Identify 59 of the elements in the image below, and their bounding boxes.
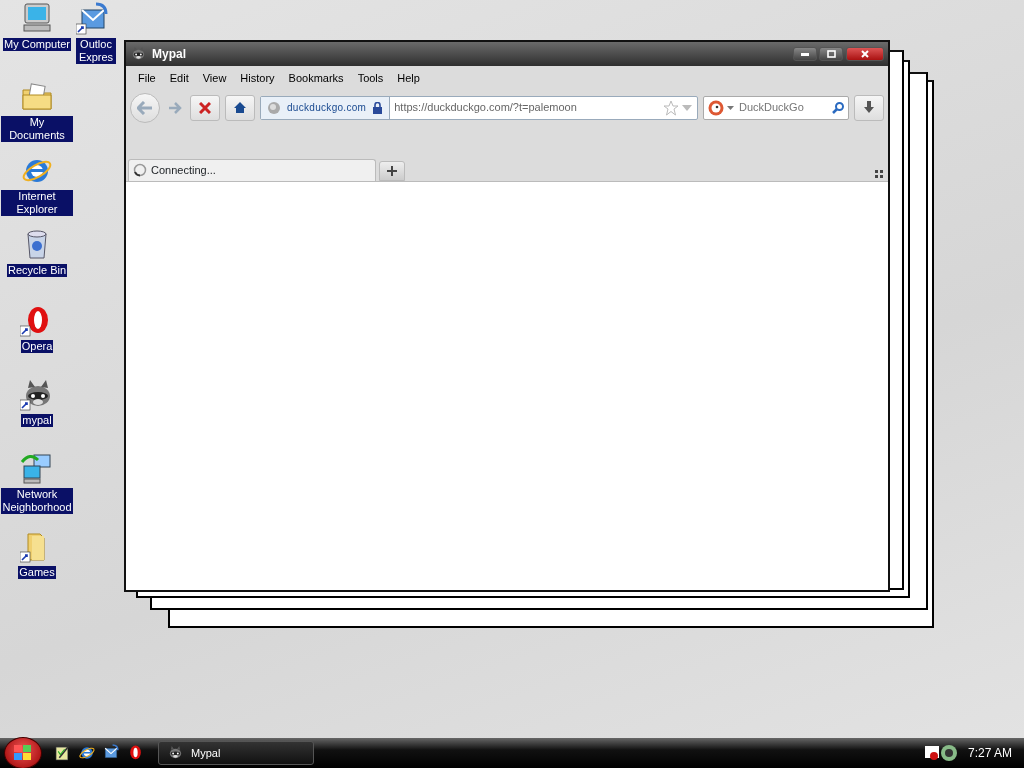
raccoon-icon: [167, 745, 183, 761]
globe-icon: [267, 100, 281, 115]
plus-icon: [387, 165, 397, 176]
minimize-button[interactable]: [792, 47, 817, 61]
menu-item[interactable]: Tools: [351, 70, 390, 87]
padlock-icon: [372, 101, 384, 114]
close-icon: [861, 50, 869, 58]
down-arrow-icon: [863, 101, 875, 114]
menu-item[interactable]: Help: [391, 70, 426, 87]
star-icon[interactable]: [662, 99, 679, 116]
desktop-icon-label[interactable]: Games: [18, 566, 56, 579]
taskbar-button-label: Mypal: [191, 745, 221, 761]
close-icon: [199, 101, 211, 114]
clock: 7:27 AM: [967, 745, 1012, 762]
desktop-icon-label[interactable]: Outloc Expres: [76, 38, 116, 64]
desktop-icon-label[interactable]: My Documents: [1, 116, 73, 142]
desktop-icon-label[interactable]: Opera: [20, 340, 54, 353]
menu-item[interactable]: View: [196, 70, 233, 87]
quick-launch-button[interactable]: [54, 744, 72, 762]
desktop-icon-label[interactable]: My Computer: [3, 38, 71, 51]
menu-item[interactable]: Bookmarks: [282, 70, 350, 87]
back-arrow-icon: [137, 100, 153, 115]
notepad-icon: [54, 744, 72, 763]
close-button[interactable]: [846, 47, 884, 61]
tray-icons-drawing[interactable]: [923, 744, 958, 762]
menu-item[interactable]: File: [132, 70, 162, 87]
raccoon-icon: [130, 46, 146, 62]
home-button[interactable]: [225, 94, 255, 121]
desktop-icon-label[interactable]: Recycle Bin: [6, 264, 68, 277]
taskbar-button[interactable]: Mypal: [158, 741, 314, 765]
new-tab-button[interactable]: [379, 160, 405, 181]
tab-title: Connecting...: [151, 162, 216, 178]
url-input[interactable]: https://duckduckgo.com/?t=palemoon: [390, 99, 663, 116]
windows-logo-icon: [14, 745, 32, 761]
dropdown-arrow-icon[interactable]: [727, 105, 734, 110]
quick-launch-button[interactable]: [78, 744, 96, 762]
browser-tab[interactable]: Connecting...: [128, 158, 376, 181]
address-bar[interactable]: duckduckgo.com https://duckduckgo.com/?t=palemoon: [260, 95, 698, 120]
menu-item[interactable]: History: [234, 70, 281, 87]
window-title: Mypal: [152, 46, 186, 63]
duck-logo-icon: [708, 99, 724, 116]
envelope-icon[interactable]: [76, 2, 110, 36]
desktop-icon-label[interactable]: Internet Explorer: [1, 190, 73, 216]
grid-dots-icon[interactable]: [874, 169, 883, 178]
desktop-icon-label[interactable]: mypal: [21, 414, 53, 427]
maximize-button[interactable]: [819, 47, 844, 61]
search-field[interactable]: DuckDuckGo: [703, 95, 849, 120]
search-icon[interactable]: [832, 101, 844, 114]
home-icon: [233, 101, 247, 114]
downloads-button[interactable]: [854, 94, 884, 121]
forward-arrow-icon: [168, 101, 182, 114]
start-button[interactable]: [4, 737, 42, 768]
menu-item[interactable]: Edit: [163, 70, 195, 87]
minimize-icon: [800, 52, 809, 56]
maximize-icon: [826, 50, 836, 58]
site-identity: duckduckgo.com: [287, 101, 367, 115]
stop-button[interactable]: [190, 94, 220, 121]
desktop-icon-label[interactable]: Network Neighborhood: [1, 488, 73, 514]
network-computers-icon[interactable]: [20, 452, 54, 486]
